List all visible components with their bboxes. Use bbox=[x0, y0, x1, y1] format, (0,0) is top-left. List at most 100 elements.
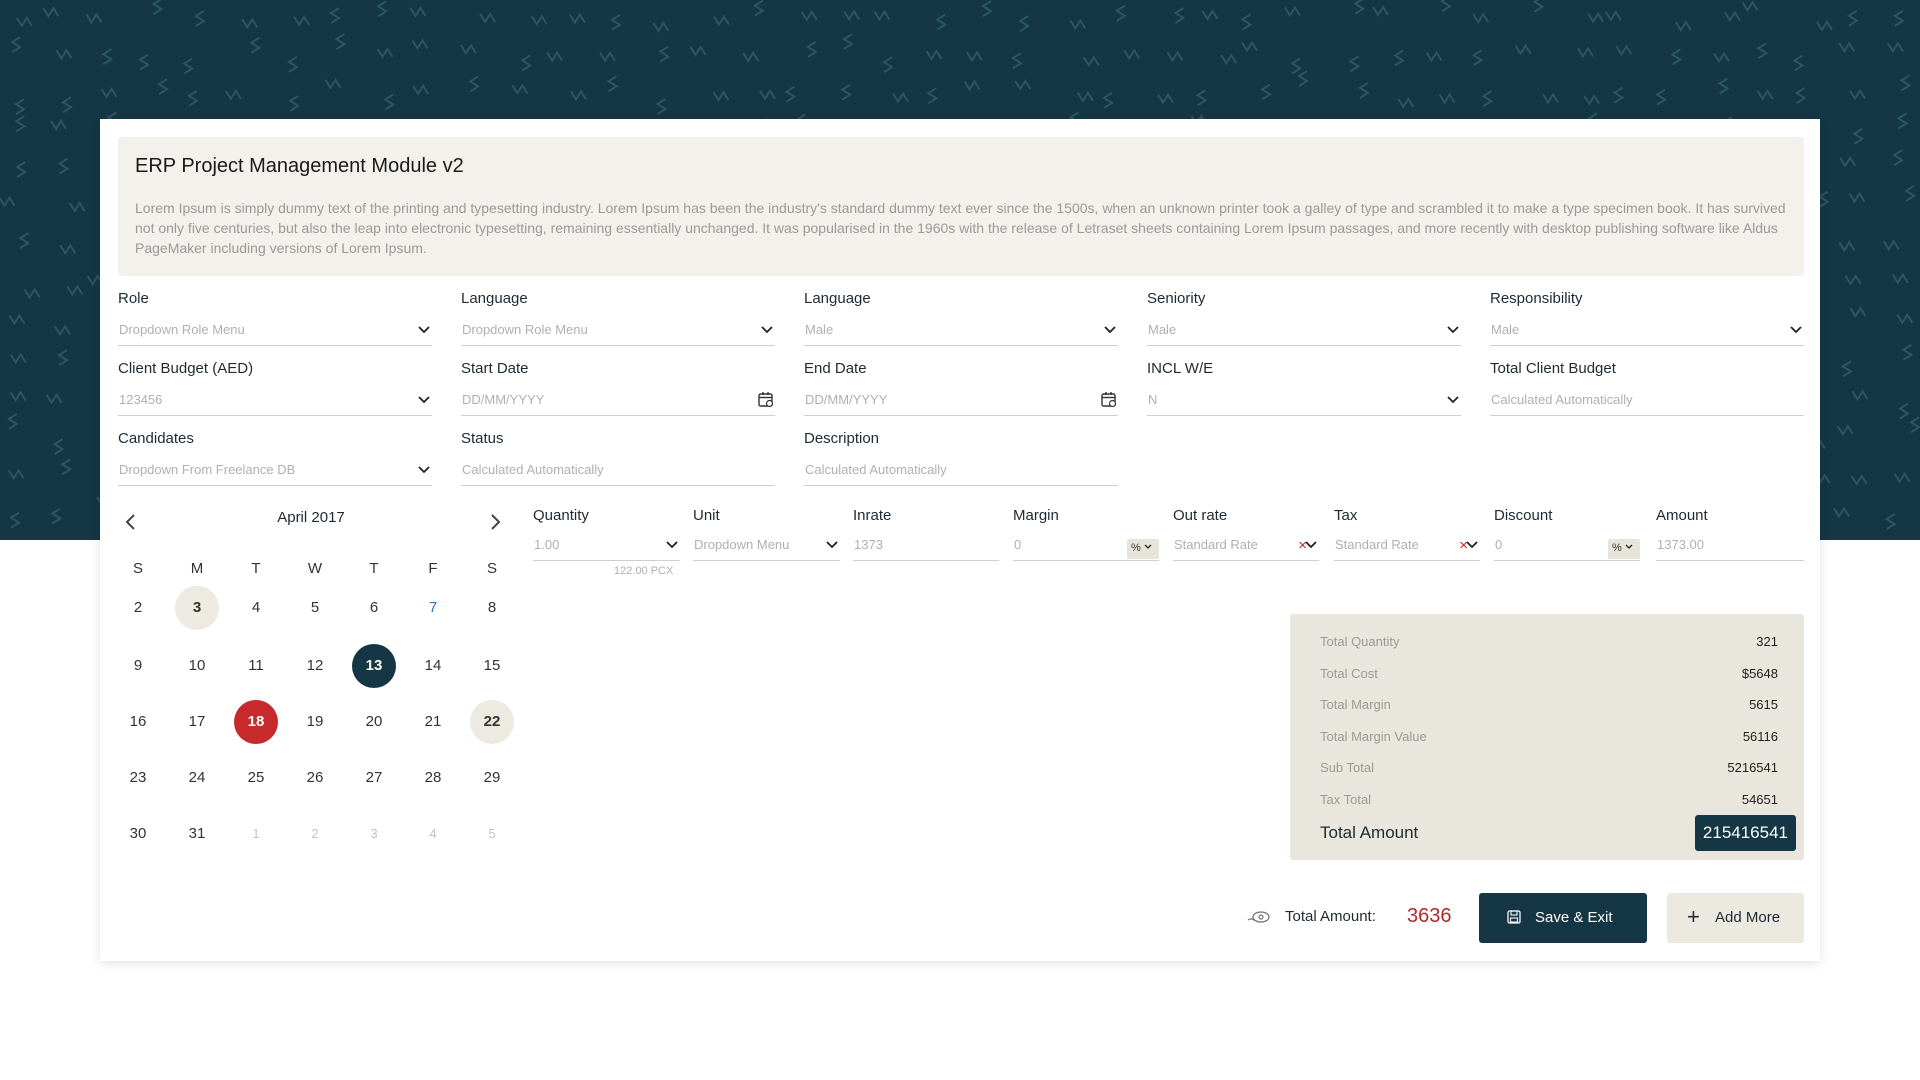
status-input[interactable]: Calculated Automatically bbox=[461, 460, 775, 486]
save-exit-button[interactable]: Save & Exit bbox=[1479, 893, 1647, 943]
calendar-day[interactable]: 7 bbox=[411, 586, 455, 630]
zigzag-pattern-mark bbox=[1892, 10, 1905, 27]
calendar-day[interactable]: 29 bbox=[470, 756, 514, 800]
calendar-day[interactable]: 21 bbox=[411, 700, 455, 744]
quantity-dropdown[interactable]: 1.00 bbox=[533, 535, 680, 561]
chevron-down-icon bbox=[418, 396, 430, 404]
description-input[interactable]: Calculated Automatically bbox=[804, 460, 1118, 486]
zigzag-pattern-mark bbox=[1899, 74, 1912, 92]
responsibility-dropdown[interactable]: Male bbox=[1490, 320, 1804, 346]
zigzag-pattern-mark bbox=[759, 88, 776, 101]
calendar-day[interactable]: 10 bbox=[175, 644, 219, 688]
money-icon bbox=[1247, 911, 1270, 923]
zigzag-pattern-mark bbox=[1241, 40, 1258, 53]
zigzag-pattern-mark bbox=[1838, 240, 1856, 253]
save-icon bbox=[1507, 910, 1521, 924]
calendar-day[interactable]: 18 bbox=[234, 700, 278, 744]
client-budget-dropdown[interactable]: 123456 bbox=[118, 390, 432, 416]
calendar-day[interactable]: 3 bbox=[175, 586, 219, 630]
role-field: Role Dropdown Role Menu bbox=[118, 290, 432, 346]
zigzag-pattern-mark bbox=[1713, 51, 1730, 64]
zigzag-pattern-mark bbox=[610, 14, 622, 31]
margin-unit-label: % bbox=[1131, 542, 1141, 554]
language-field-1: Language Dropdown Role Menu bbox=[461, 290, 775, 346]
language-dropdown-1[interactable]: Dropdown Role Menu bbox=[461, 320, 775, 346]
calendar-day[interactable]: 13 bbox=[352, 644, 396, 688]
seniority-label: Seniority bbox=[1147, 290, 1206, 307]
zigzag-pattern-mark bbox=[1440, 0, 1452, 13]
calendar-day[interactable]: 5 bbox=[293, 586, 337, 630]
candidates-dropdown[interactable]: Dropdown From Freelance DB bbox=[118, 460, 432, 486]
zigzag-pattern-mark bbox=[1532, 0, 1545, 13]
margin-unit-select[interactable]: % bbox=[1127, 539, 1159, 559]
totals-row-label: Total Cost bbox=[1320, 666, 1378, 681]
calendar-day[interactable]: 17 bbox=[175, 700, 219, 744]
calendar-day[interactable]: 25 bbox=[234, 756, 278, 800]
end-date-value: DD/MM/YYYY bbox=[805, 392, 888, 407]
calendar-day[interactable]: 1 bbox=[234, 812, 278, 856]
calendar-day[interactable]: 20 bbox=[352, 700, 396, 744]
calendar-day[interactable]: 16 bbox=[116, 700, 160, 744]
calendar-day[interactable]: 5 bbox=[470, 812, 514, 856]
calendar-day[interactable]: 11 bbox=[234, 644, 278, 688]
zigzag-pattern-mark bbox=[1393, 49, 1405, 67]
calendar-day[interactable]: 15 bbox=[470, 644, 514, 688]
zigzag-pattern-mark bbox=[1849, 88, 1866, 101]
chevron-down-icon bbox=[1466, 541, 1478, 549]
out-rate-dropdown[interactable]: Standard Rate × bbox=[1173, 535, 1319, 561]
discount-unit-select[interactable]: % bbox=[1608, 539, 1640, 559]
inrate-input[interactable]: 1373 bbox=[853, 535, 999, 561]
zigzag-pattern-mark bbox=[468, 75, 481, 93]
language-dropdown-2[interactable]: Male bbox=[804, 320, 1118, 346]
calendar-day[interactable]: 28 bbox=[411, 756, 455, 800]
calendar-day[interactable]: 23 bbox=[116, 756, 160, 800]
totals-row-value: $5648 bbox=[1741, 666, 1778, 681]
zigzag-pattern-mark bbox=[981, 0, 993, 17]
margin-field: Margin 0 % bbox=[1013, 507, 1159, 561]
unit-dropdown[interactable]: Dropdown Menu bbox=[693, 535, 840, 561]
zigzag-pattern-mark bbox=[14, 98, 26, 116]
calendar-day[interactable]: 22 bbox=[470, 700, 514, 744]
chevron-right-icon[interactable] bbox=[488, 513, 502, 531]
calendar-day[interactable]: 30 bbox=[116, 812, 160, 856]
start-date-input[interactable]: DD/MM/YYYY bbox=[461, 390, 775, 416]
add-more-button[interactable]: + Add More bbox=[1667, 893, 1804, 943]
tax-dropdown[interactable]: Standard Rate × bbox=[1334, 535, 1480, 561]
incl-we-dropdown[interactable]: N bbox=[1147, 390, 1461, 416]
zigzag-pattern-mark bbox=[546, 50, 564, 63]
zigzag-pattern-mark bbox=[1844, 273, 1862, 286]
calendar-day[interactable]: 6 bbox=[352, 586, 396, 630]
calendar-icon[interactable] bbox=[757, 390, 775, 408]
discount-label: Discount bbox=[1494, 507, 1553, 524]
calendar-day[interactable]: 2 bbox=[293, 812, 337, 856]
zigzag-pattern-mark bbox=[157, 78, 169, 96]
end-date-input[interactable]: DD/MM/YYYY bbox=[804, 390, 1118, 416]
calendar-day[interactable]: 26 bbox=[293, 756, 337, 800]
discount-unit-label: % bbox=[1612, 542, 1622, 554]
calendar-day[interactable]: 27 bbox=[352, 756, 396, 800]
zigzag-pattern-mark bbox=[606, 75, 619, 93]
calendar-day[interactable]: 3 bbox=[352, 812, 396, 856]
margin-input[interactable]: 0 % bbox=[1013, 535, 1159, 561]
calendar-day[interactable]: 9 bbox=[116, 644, 160, 688]
amount-input[interactable]: 1373.00 bbox=[1656, 535, 1804, 561]
role-dropdown[interactable]: Dropdown Role Menu bbox=[118, 320, 432, 346]
calendar-day[interactable]: 24 bbox=[175, 756, 219, 800]
calendar-day[interactable]: 12 bbox=[293, 644, 337, 688]
calendar-day[interactable]: 4 bbox=[411, 812, 455, 856]
calendar-day[interactable]: 14 bbox=[411, 644, 455, 688]
calendar-day[interactable]: 2 bbox=[116, 586, 160, 630]
calendar-day[interactable]: 19 bbox=[293, 700, 337, 744]
total-amount-value: 215416541 bbox=[1694, 815, 1796, 851]
calendar-day[interactable]: 4 bbox=[234, 586, 278, 630]
calendar-day[interactable]: 8 bbox=[470, 586, 514, 630]
zigzag-pattern-mark bbox=[1284, 5, 1301, 18]
totals-row: Tax Total 54651 bbox=[1320, 792, 1778, 812]
zigzag-pattern-mark bbox=[101, 48, 114, 66]
discount-input[interactable]: 0 % bbox=[1494, 535, 1640, 561]
calendar-icon[interactable] bbox=[1100, 390, 1118, 408]
seniority-dropdown[interactable]: Male bbox=[1147, 320, 1461, 346]
calendar-day[interactable]: 31 bbox=[175, 812, 219, 856]
total-client-budget-input[interactable]: Calculated Automatically bbox=[1490, 390, 1804, 416]
total-client-budget-value: Calculated Automatically bbox=[1491, 392, 1633, 407]
